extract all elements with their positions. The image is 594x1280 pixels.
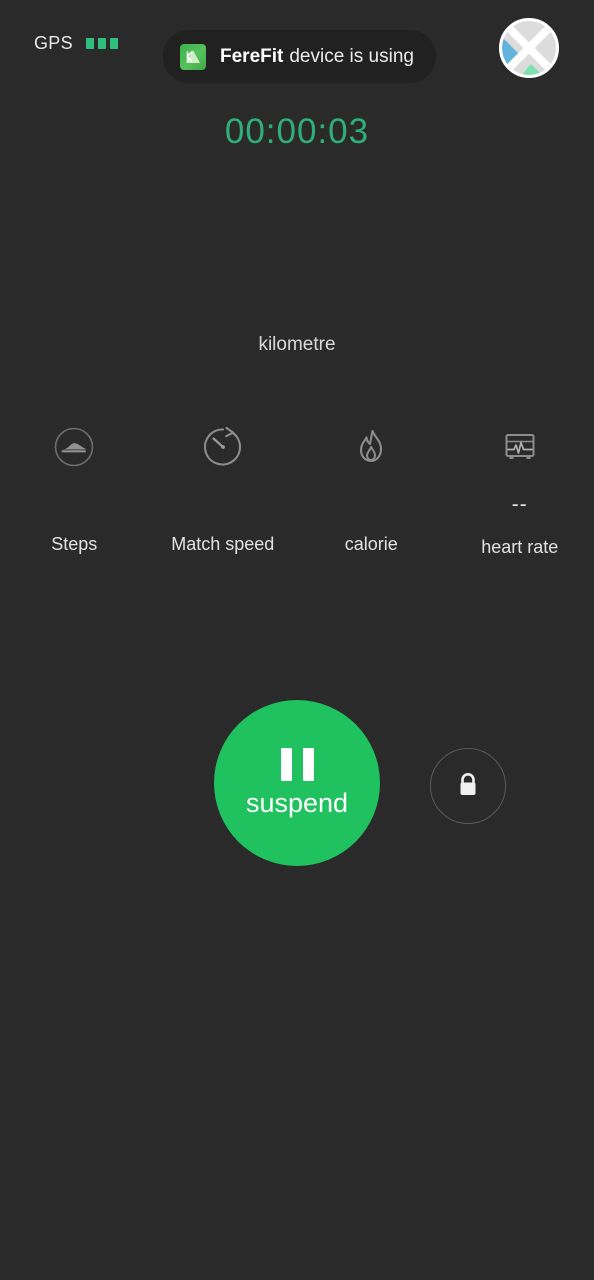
heart-rate-monitor-icon (497, 418, 543, 476)
pause-bar (280, 747, 292, 781)
lock-button[interactable] (430, 748, 506, 824)
stat-calorie: calorie (297, 418, 446, 558)
distance-value (0, 230, 594, 326)
stopwatch-pace-icon (200, 418, 246, 476)
gps-bar (97, 38, 106, 49)
gps-signal-bars-icon (85, 38, 118, 49)
calorie-label: calorie (344, 534, 398, 554)
pace-label: Match speed (171, 534, 275, 554)
map-compass-icon[interactable] (498, 17, 560, 79)
stats-row: Steps Match speed calorie -- heart rate (0, 418, 594, 558)
pause-bar (302, 747, 314, 781)
toast-text: FereFit device is using (220, 46, 414, 68)
heart-rate-label: heart rate (481, 537, 559, 557)
status-row: GPS FereFit device is using (0, 0, 594, 92)
lock-icon (451, 768, 485, 805)
suspend-label: suspend (245, 787, 349, 818)
distance-block: kilometre (0, 230, 594, 356)
workout-timer: 00:00:03 (224, 112, 370, 151)
gps-bar (109, 38, 118, 49)
flame-calorie-icon (348, 418, 394, 476)
heart-rate-value: -- (511, 493, 528, 516)
suspend-button[interactable]: suspend (214, 700, 380, 866)
stat-heart-rate: -- heart rate (446, 418, 594, 558)
steps-label: Steps (51, 534, 98, 554)
stat-pace: Match speed (149, 418, 298, 558)
gps-bar (85, 38, 94, 49)
stat-steps: Steps (0, 418, 149, 558)
distance-unit-label: kilometre (258, 334, 336, 355)
device-toast: FereFit device is using (163, 30, 436, 83)
pause-icon (280, 747, 314, 781)
toast-message: device is using (289, 45, 414, 67)
toast-app-name: FereFit (220, 45, 284, 67)
gps-indicator: GPS (34, 33, 118, 54)
gps-label: GPS (34, 33, 73, 53)
shoe-steps-icon (51, 418, 97, 476)
ferefit-app-icon (180, 43, 206, 70)
